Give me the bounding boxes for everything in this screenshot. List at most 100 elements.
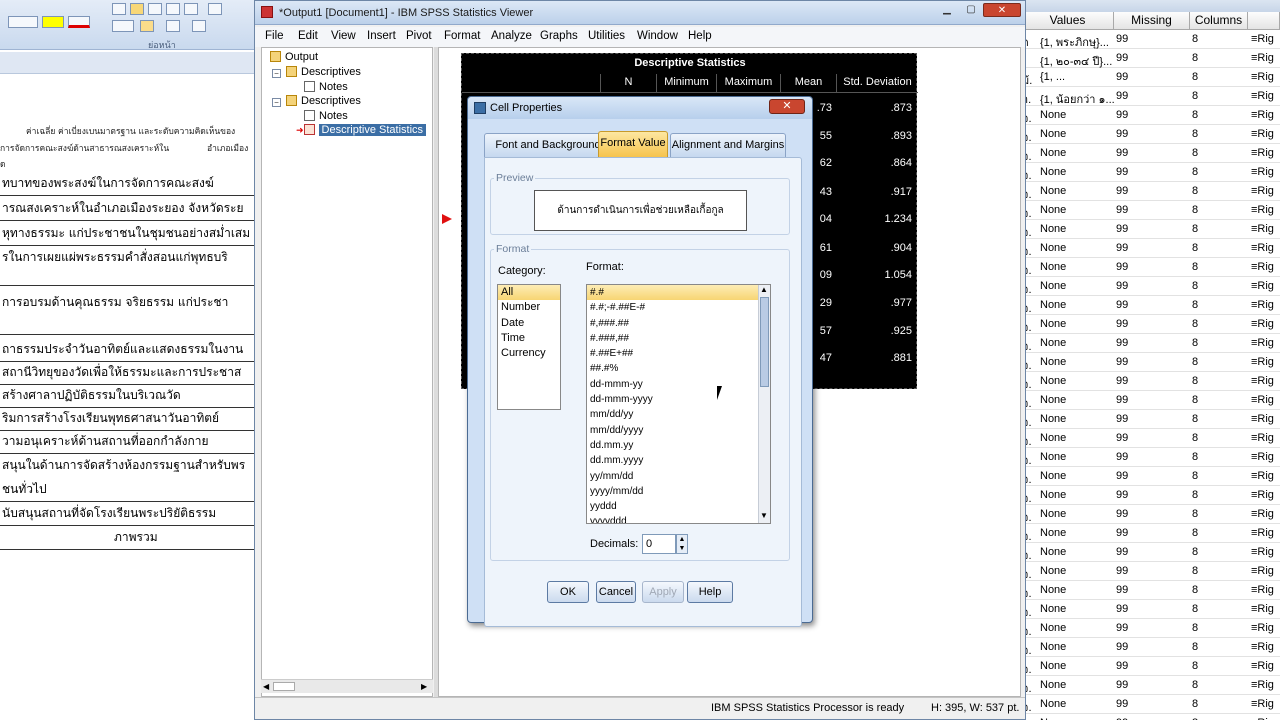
spin-up-icon[interactable]: ▲ bbox=[677, 535, 687, 544]
format-item[interactable]: yy/mm/dd bbox=[587, 469, 770, 484]
cell-missing[interactable]: 99 bbox=[1116, 90, 1186, 102]
borders-icon[interactable] bbox=[140, 20, 154, 32]
menu-window[interactable]: Window bbox=[637, 30, 678, 42]
format-item[interactable]: mm/dd/yyyy bbox=[587, 423, 770, 438]
cell-columns[interactable]: 8 bbox=[1192, 375, 1244, 387]
cell-missing[interactable]: 99 bbox=[1116, 166, 1186, 178]
grid-row[interactable]: จ.None998≡Rig bbox=[1022, 106, 1280, 125]
cell-align[interactable]: ≡Rig bbox=[1251, 185, 1280, 197]
tree-item-output[interactable]: Output bbox=[270, 51, 318, 63]
cell-align[interactable]: ≡Rig bbox=[1251, 71, 1280, 83]
cell-columns[interactable]: 8 bbox=[1192, 565, 1244, 577]
cell-missing[interactable]: 99 bbox=[1116, 337, 1186, 349]
align-right-icon[interactable] bbox=[148, 3, 162, 15]
cell-values[interactable]: None bbox=[1040, 261, 1114, 273]
dialog-titlebar[interactable]: Cell Properties bbox=[468, 97, 812, 119]
cell-columns[interactable]: 8 bbox=[1192, 679, 1244, 691]
menu-graphs[interactable]: Graphs bbox=[540, 30, 578, 42]
cell-columns[interactable]: 8 bbox=[1192, 622, 1244, 634]
cell-missing[interactable]: 99 bbox=[1116, 470, 1186, 482]
grid-row[interactable]: จ.None998≡Rig bbox=[1022, 125, 1280, 144]
format-list[interactable]: #.# #.#;-#.##E-# #,###.## #.###,## #.##E+## #… bbox=[586, 284, 771, 524]
scroll-thumb[interactable] bbox=[760, 297, 769, 387]
category-item[interactable]: Currency bbox=[498, 346, 560, 361]
minimize-icon[interactable]: ▁ bbox=[935, 3, 959, 17]
line-spacing-icon[interactable] bbox=[208, 3, 222, 15]
cell-missing[interactable]: 99 bbox=[1116, 33, 1186, 45]
cell-values[interactable]: None bbox=[1040, 660, 1114, 672]
ok-button[interactable]: OK bbox=[547, 581, 589, 603]
collapse-icon[interactable]: − bbox=[272, 69, 281, 78]
grid-row[interactable]: จ.None998≡Rig bbox=[1022, 201, 1280, 220]
grid-row[interactable]: ม้. {1, ... 99 8 ≡Rig bbox=[1022, 68, 1280, 87]
cell-values[interactable]: None bbox=[1040, 185, 1114, 197]
cell-values[interactable]: None bbox=[1040, 470, 1114, 482]
cell-missing[interactable]: 99 bbox=[1116, 565, 1186, 577]
cell-missing[interactable]: 99 bbox=[1116, 71, 1186, 83]
cell-align[interactable]: ≡Rig bbox=[1251, 299, 1280, 311]
format-item[interactable]: mm/dd/yy bbox=[587, 407, 770, 422]
scroll-thumb[interactable] bbox=[273, 682, 295, 691]
cell-missing[interactable]: 99 bbox=[1116, 52, 1186, 64]
cell-columns[interactable]: 8 bbox=[1192, 508, 1244, 520]
cell-align[interactable]: ≡Rig bbox=[1251, 546, 1280, 558]
cell-missing[interactable]: 99 bbox=[1116, 375, 1186, 387]
grid-row[interactable]: จ.None998≡Rig bbox=[1022, 410, 1280, 429]
cell-missing[interactable]: 99 bbox=[1116, 641, 1186, 653]
cell-columns[interactable]: 8 bbox=[1192, 52, 1244, 64]
cell-missing[interactable]: 99 bbox=[1116, 451, 1186, 463]
format-item[interactable]: dd.mm.yy bbox=[587, 438, 770, 453]
cell-values[interactable]: None bbox=[1040, 489, 1114, 501]
justify-icon[interactable] bbox=[166, 3, 180, 15]
column-header-values[interactable]: Values bbox=[1022, 12, 1114, 30]
cell-values[interactable]: None bbox=[1040, 584, 1114, 596]
menu-pivot[interactable]: Pivot bbox=[406, 30, 432, 42]
column-header-align[interactable] bbox=[1248, 12, 1280, 30]
cell-align[interactable]: ≡Rig bbox=[1251, 337, 1280, 349]
cell-columns[interactable]: 8 bbox=[1192, 698, 1244, 710]
tree-item-notes-1[interactable]: Notes bbox=[304, 81, 348, 93]
tab-format-value[interactable]: Format Value bbox=[598, 131, 668, 158]
cell-values[interactable]: None bbox=[1040, 603, 1114, 615]
format-item[interactable]: yyddd bbox=[587, 499, 770, 514]
cell-values[interactable]: None bbox=[1040, 508, 1114, 520]
grid-row[interactable]: จ.None998≡Rig bbox=[1022, 657, 1280, 676]
grid-row[interactable]: จ.None998≡Rig bbox=[1022, 372, 1280, 391]
cell-columns[interactable]: 8 bbox=[1192, 204, 1244, 216]
grid-row[interactable]: จ.None998≡Rig bbox=[1022, 714, 1280, 720]
cell-values[interactable]: None bbox=[1040, 204, 1114, 216]
decimals-spinner[interactable]: ▲ ▼ bbox=[676, 534, 688, 554]
cell-align[interactable]: ≡Rig bbox=[1251, 147, 1280, 159]
viewer-titlebar[interactable]: *Output1 [Document1] - IBM SPSS Statisti… bbox=[255, 1, 1025, 25]
cell-align[interactable]: ≡Rig bbox=[1251, 242, 1280, 254]
grid-row[interactable]: จ.None998≡Rig bbox=[1022, 163, 1280, 182]
cell-missing[interactable]: 99 bbox=[1116, 489, 1186, 501]
cell-columns[interactable]: 8 bbox=[1192, 394, 1244, 406]
grid-row[interactable]: จ.None998≡Rig bbox=[1022, 429, 1280, 448]
cell-values[interactable]: None bbox=[1040, 698, 1114, 710]
cell-align[interactable]: ≡Rig bbox=[1251, 641, 1280, 653]
grid-row[interactable]: จ.None998≡Rig bbox=[1022, 391, 1280, 410]
cell-align[interactable]: ≡Rig bbox=[1251, 584, 1280, 596]
cell-values[interactable]: None bbox=[1040, 337, 1114, 349]
grid-row[interactable]: จ.None998≡Rig bbox=[1022, 144, 1280, 163]
cell-align[interactable]: ≡Rig bbox=[1251, 527, 1280, 539]
cell-values[interactable]: None bbox=[1040, 166, 1114, 178]
cell-columns[interactable]: 8 bbox=[1192, 128, 1244, 140]
grid-row[interactable]: า. {1, น้อยกว่า ๑... 99 8 ≡Rig bbox=[1022, 87, 1280, 106]
menu-file[interactable]: File bbox=[265, 30, 284, 42]
cell-columns[interactable]: 8 bbox=[1192, 489, 1244, 501]
apply-button[interactable]: Apply bbox=[642, 581, 684, 603]
cell-columns[interactable]: 8 bbox=[1192, 242, 1244, 254]
cell-align[interactable]: ≡Rig bbox=[1251, 109, 1280, 121]
cell-missing[interactable]: 99 bbox=[1116, 261, 1186, 273]
cell-columns[interactable]: 8 bbox=[1192, 318, 1244, 330]
cell-align[interactable]: ≡Rig bbox=[1251, 318, 1280, 330]
grid-row[interactable]: จ.None998≡Rig bbox=[1022, 543, 1280, 562]
cell-columns[interactable]: 8 bbox=[1192, 166, 1244, 178]
cell-align[interactable]: ≡Rig bbox=[1251, 413, 1280, 425]
cell-columns[interactable]: 8 bbox=[1192, 261, 1244, 273]
cell-missing[interactable]: 99 bbox=[1116, 223, 1186, 235]
cell-align[interactable]: ≡Rig bbox=[1251, 261, 1280, 273]
cell-align[interactable]: ≡Rig bbox=[1251, 660, 1280, 672]
